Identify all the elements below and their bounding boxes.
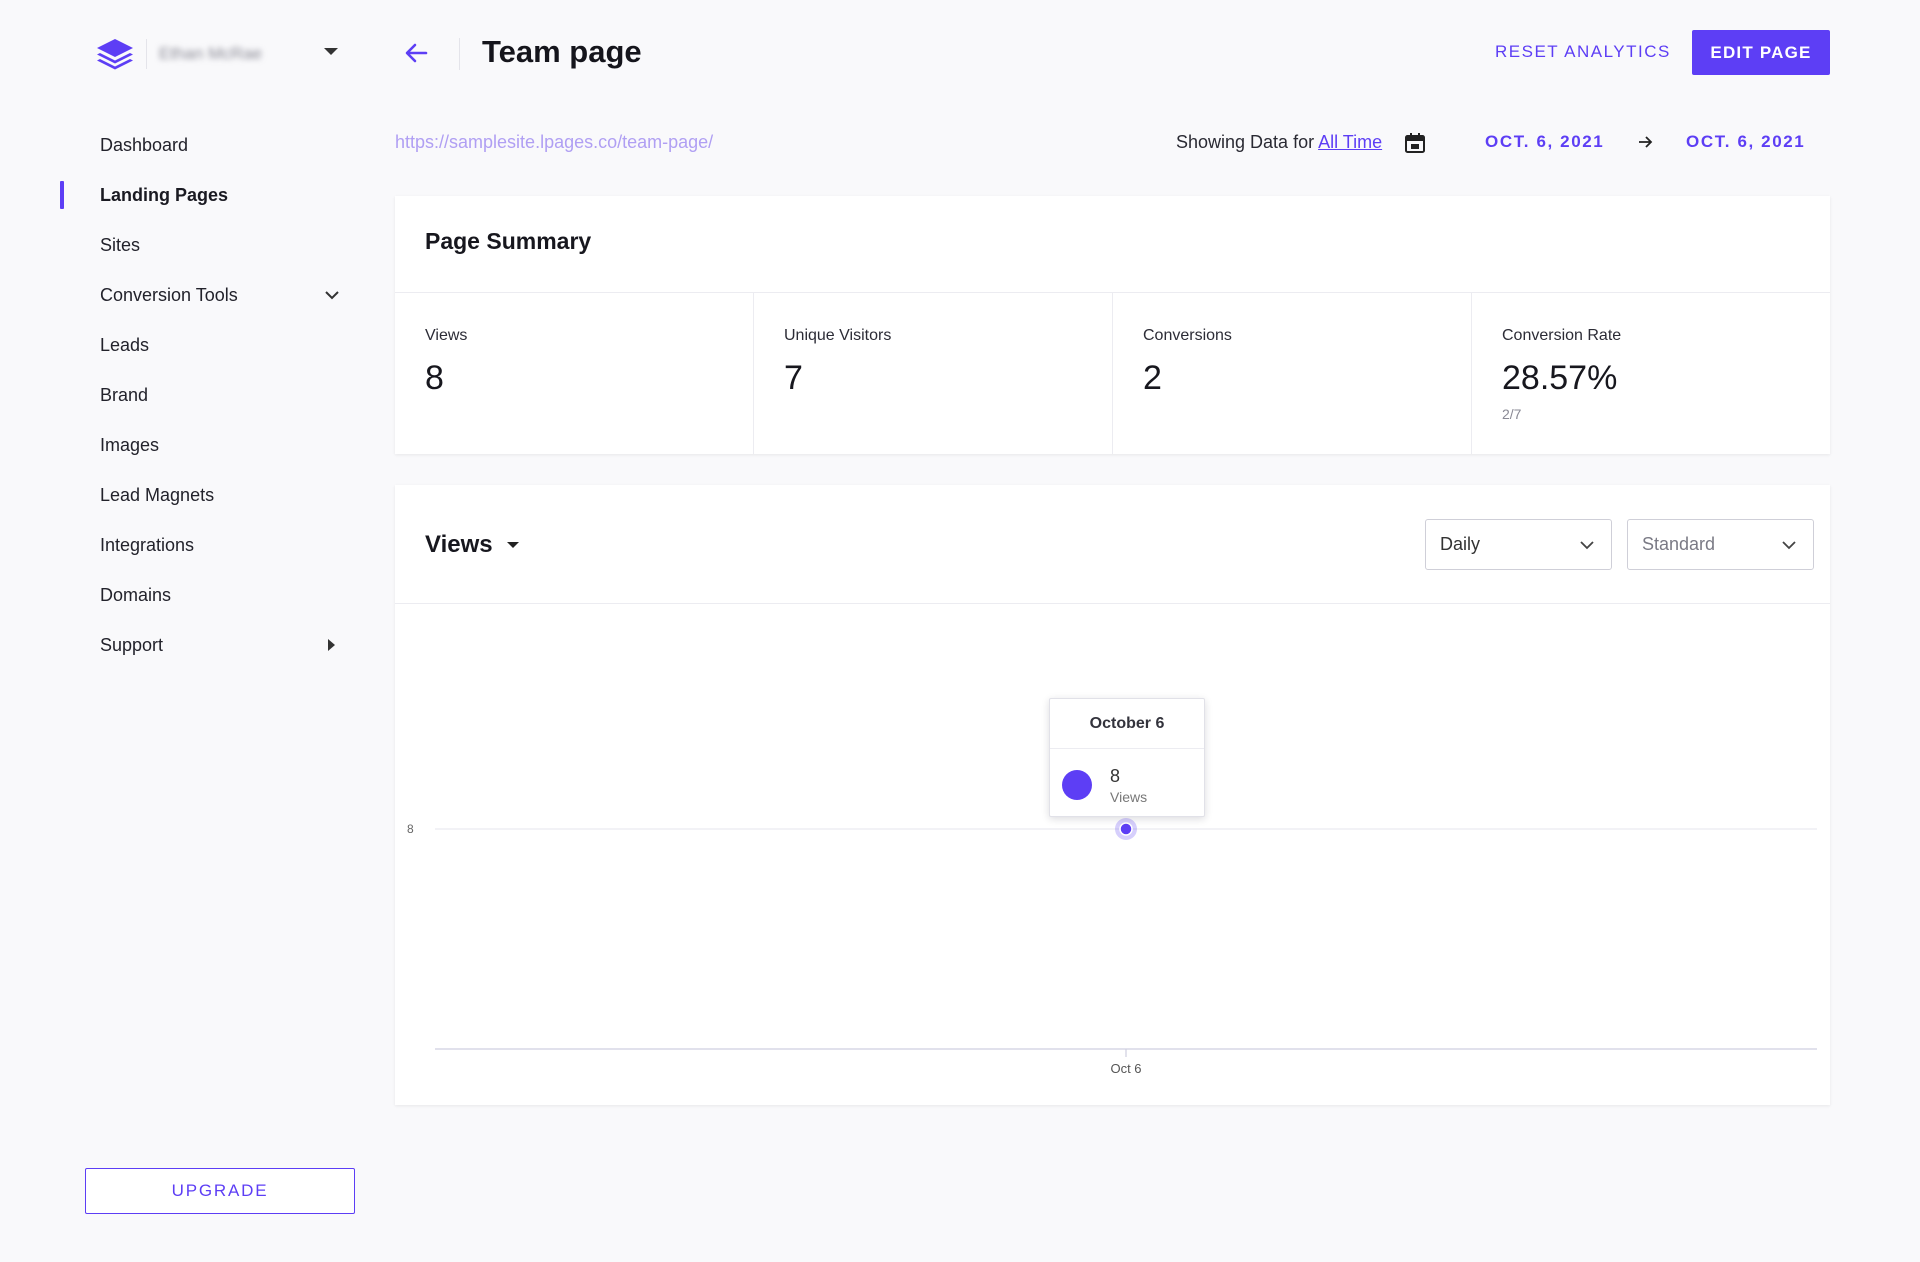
sidebar-item-label: Landing Pages (100, 184, 229, 205)
sidebar-item-label: Integrations (100, 534, 195, 555)
sidebar-item-domains[interactable]: Domains (0, 570, 370, 620)
interval-select-value: Daily (1440, 534, 1481, 554)
stat-label: Conversions (1143, 327, 1232, 344)
stat-value: 7 (784, 359, 803, 397)
sidebar-item-landing-pages[interactable]: Landing Pages (0, 170, 370, 220)
sidebar-item-conversion-tools[interactable]: Conversion Tools (0, 270, 370, 320)
chevron-down-icon[interactable] (324, 287, 340, 303)
series-color-swatch (1062, 770, 1092, 800)
sidebar-item-support[interactable]: Support (0, 620, 370, 670)
stat-value: 2 (1143, 359, 1162, 397)
sidebar-item-sites[interactable]: Sites (0, 220, 370, 270)
layers-logo-icon[interactable] (94, 36, 136, 72)
sidebar-item-label: Conversion Tools (100, 284, 238, 305)
stat-unique-visitors: Unique Visitors 7 (754, 293, 1113, 454)
page-summary-card: Page Summary Views 8 Unique Visitors 7 C… (395, 196, 1830, 454)
chart-tooltip: October 6 8 Views (1049, 698, 1205, 817)
sidebar-item-label: Images (100, 434, 160, 455)
brand-divider (146, 39, 147, 69)
views-chart-card: Views Daily Standard 8 Oct 6 October 6 8 … (395, 485, 1830, 1105)
sidebar-item-lead-magnets[interactable]: Lead Magnets (0, 470, 370, 520)
sidebar-item-leads[interactable]: Leads (0, 320, 370, 370)
tooltip-title: October 6 (1050, 699, 1204, 749)
range-preset-link[interactable]: All Time (1318, 132, 1382, 152)
end-date-picker[interactable]: OCT. 6, 2021 (1686, 132, 1805, 152)
arrow-right-icon (1639, 136, 1653, 148)
stat-views: Views 8 (395, 293, 754, 454)
y-tick-label: 8 (407, 822, 414, 836)
stat-value: 28.57% (1502, 359, 1618, 397)
metric-selector[interactable]: Views (425, 531, 493, 559)
sidebar-item-label: Dashboard (100, 134, 189, 155)
page-title: Team page (482, 34, 642, 69)
summary-stats: Views 8 Unique Visitors 7 Conversions 2 … (395, 293, 1830, 454)
back-arrow-icon[interactable] (402, 38, 432, 68)
edit-page-button[interactable]: EDIT PAGE (1692, 30, 1830, 75)
stat-conversion-rate: Conversion Rate 28.57% 2/7 (1472, 293, 1830, 454)
x-tick-label: Oct 6 (1110, 1061, 1141, 1076)
showing-prefix: Showing Data for (1176, 132, 1315, 152)
caret-down-icon[interactable] (507, 542, 519, 548)
calendar-icon[interactable] (1404, 132, 1426, 154)
stat-label: Conversion Rate (1502, 327, 1622, 344)
caret-right-icon[interactable] (328, 639, 335, 651)
views-line-chart: 8 Oct 6 (407, 818, 1817, 1076)
stat-subtext: 2/7 (1502, 406, 1522, 422)
mode-select[interactable]: Standard (1627, 519, 1814, 570)
summary-title: Page Summary (425, 228, 592, 254)
stat-label: Views (425, 327, 468, 344)
sidebar-item-label: Sites (100, 234, 141, 255)
sidebar-item-brand[interactable]: Brand (0, 370, 370, 420)
tooltip-label: Views (1110, 789, 1148, 805)
sidebar-item-images[interactable]: Images (0, 420, 370, 470)
interval-select[interactable]: Daily (1425, 519, 1612, 570)
chevron-down-icon (1580, 541, 1594, 550)
stat-label: Unique Visitors (784, 327, 892, 344)
date-range-summary: Showing Data for All Time (1176, 132, 1382, 153)
upgrade-button[interactable]: UPGRADE (85, 1168, 355, 1214)
mode-select-value: Standard (1642, 534, 1716, 554)
start-date-picker[interactable]: OCT. 6, 2021 (1485, 132, 1604, 152)
sidebar-item-integrations[interactable]: Integrations (0, 520, 370, 570)
chevron-down-icon (1782, 541, 1796, 550)
header-divider (459, 38, 460, 70)
sidebar-item-dashboard[interactable]: Dashboard (0, 120, 370, 170)
sidebar-item-label: Domains (100, 584, 172, 605)
data-point[interactable] (1119, 822, 1133, 836)
caret-down-icon[interactable] (324, 48, 338, 55)
app-root: Ethan McRae Dashboard Landing Pages Site… (0, 0, 1920, 1262)
sidebar-item-label: Brand (100, 384, 149, 405)
sidebar-nav: Dashboard Landing Pages Sites Conversion… (0, 120, 370, 670)
reset-analytics-button[interactable]: RESET ANALYTICS (1495, 42, 1671, 62)
tooltip-value: 8 (1110, 766, 1121, 786)
sidebar-item-label: Support (100, 634, 164, 655)
stat-value: 8 (425, 359, 444, 397)
stat-conversions: Conversions 2 (1113, 293, 1472, 454)
sidebar-item-label: Lead Magnets (100, 484, 215, 505)
sidebar-item-label: Leads (100, 334, 150, 355)
account-switcher[interactable] (150, 34, 350, 74)
sidebar: Ethan McRae Dashboard Landing Pages Site… (0, 0, 370, 1262)
page-url-link[interactable]: https://samplesite.lpages.co/team-page/ (395, 132, 713, 153)
